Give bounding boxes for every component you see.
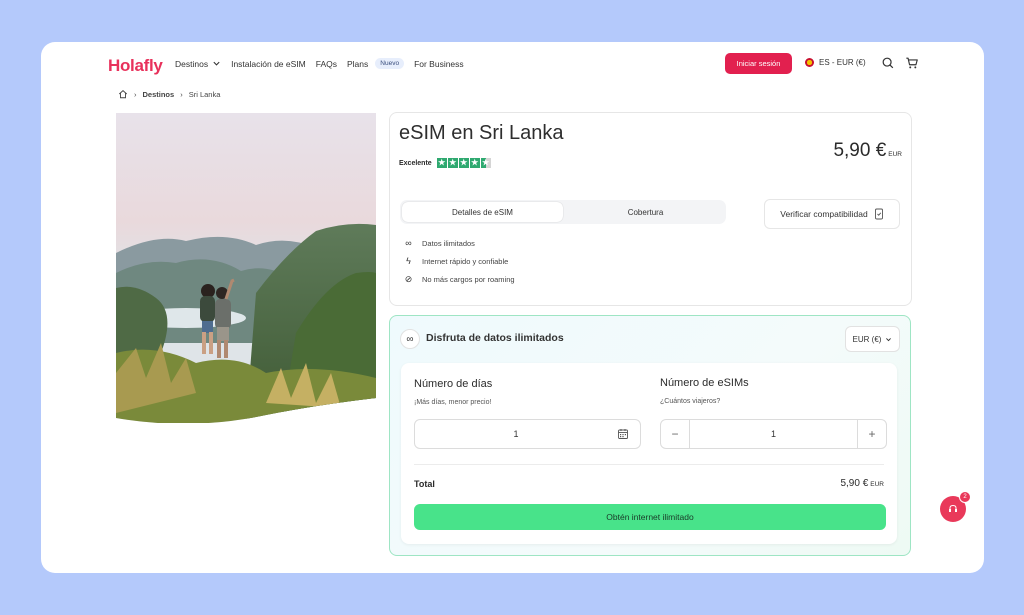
star-icon: ★ [458, 158, 469, 168]
breadcrumb-separator: › [134, 89, 137, 99]
nav-item-destinos[interactable]: Destinos [175, 59, 221, 69]
star-icon: ★ [436, 158, 447, 168]
rating-stars: ★ ★ ★ ★ ★ [436, 158, 491, 168]
calendar-icon[interactable] [617, 428, 629, 440]
nav-item-label: Plans [347, 58, 369, 69]
infinity-icon: ∞ [400, 329, 420, 349]
currency-select[interactable]: EUR (€) [845, 326, 900, 352]
days-heading: Número de días [414, 378, 493, 390]
plan-title: Disfruta de datos ilimitados [426, 332, 564, 344]
product-card: eSIM en Sri Lanka Excelente ★ ★ ★ ★ ★ 5,… [389, 112, 912, 306]
price-value: 5,90 € [833, 140, 887, 161]
star-icon: ★ [469, 158, 480, 168]
days-subtitle: ¡Más días, menor precio! [414, 399, 492, 406]
nav-item-label: For Business [414, 58, 464, 69]
total-label: Total [414, 479, 435, 489]
total-price: 5,90 € EUR [840, 478, 884, 489]
language-label: ES - EUR (€) [819, 58, 866, 67]
feature-text: No más cargos por roaming [422, 274, 515, 284]
breadcrumb-current: Sri Lanka [188, 89, 221, 99]
chevron-down-icon [886, 337, 892, 341]
no-roaming-icon: ⊘ [404, 273, 413, 284]
breadcrumb-destinos[interactable]: Destinos [143, 90, 175, 99]
minus-button[interactable]: − [661, 420, 690, 448]
product-price: 5,90 € EUR [833, 140, 902, 162]
nav-item-faqs[interactable]: FAQs [316, 59, 337, 69]
total-currency: EUR [870, 481, 884, 488]
holafly-logo[interactable]: Holafly [108, 56, 163, 76]
language-selector[interactable]: ES - EUR (€) [805, 58, 866, 67]
currency-select-value: EUR (€) [852, 334, 882, 344]
feature-list: ∞ Datos ilimitados ϟ Internet rápido y c… [404, 234, 515, 288]
esims-stepper[interactable]: − 1 + [660, 419, 887, 449]
feature-item: ∞ Datos ilimitados [404, 234, 515, 252]
spain-flag-icon [805, 58, 814, 67]
feature-text: Datos ilimitados [422, 238, 475, 248]
cart-icon[interactable] [905, 56, 919, 70]
price-currency: EUR [888, 151, 902, 158]
star-icon: ★ [447, 158, 458, 168]
feature-text: Internet rápido y confiable [422, 256, 509, 266]
tab-detalles[interactable]: Detalles de eSIM [402, 202, 563, 222]
breadcrumb: › Destinos › Sri Lanka [118, 89, 220, 99]
esims-heading: Número de eSIMs [660, 377, 749, 389]
days-input[interactable]: 1 [414, 419, 641, 449]
phone-check-icon [874, 208, 883, 220]
days-value: 1 [513, 429, 519, 439]
chevron-down-icon [213, 61, 220, 66]
divider [414, 464, 884, 465]
plan-configurator: Número de días ¡Más días, menor precio! … [401, 363, 897, 544]
nav-item-for-business[interactable]: For Business [414, 59, 464, 69]
esims-subtitle: ¿Cuántos viajeros? [660, 398, 721, 405]
new-badge: Nuevo [375, 58, 405, 69]
feature-item: ϟ Internet rápido y confiable [404, 252, 515, 270]
search-icon[interactable] [881, 56, 895, 70]
nav-item-label: FAQs [315, 58, 337, 69]
esims-value: 1 [770, 429, 776, 439]
plus-button[interactable]: + [857, 420, 886, 448]
verify-label: Verificar compatibilidad [780, 209, 868, 219]
verify-compatibility-button[interactable]: Verificar compatibilidad [764, 199, 900, 229]
lightning-icon: ϟ [406, 256, 411, 266]
breadcrumb-separator: › [180, 89, 183, 99]
nav-item-label: Instalación de eSIM [231, 58, 306, 69]
rating-label: Excelente [399, 159, 432, 167]
get-unlimited-internet-button[interactable]: Obtén internet ilimitado [414, 504, 886, 530]
tab-cobertura[interactable]: Cobertura [565, 200, 726, 224]
main-nav: Destinos Instalación de eSIM FAQs Plans … [175, 58, 464, 69]
chat-badge: 2 [959, 491, 971, 503]
home-icon[interactable] [118, 89, 128, 99]
browser-page: Holafly Destinos Instalación de eSIM FAQ… [41, 42, 984, 573]
login-button[interactable]: Iniciar sesión [725, 53, 792, 74]
nav-item-plans[interactable]: Plans Nuevo [347, 58, 405, 69]
total-value: 5,90 € [840, 478, 869, 489]
chat-button[interactable]: 2 [940, 491, 971, 522]
feature-item: ⊘ No más cargos por roaming [404, 270, 515, 288]
nav-item-instalacion[interactable]: Instalación de eSIM [231, 59, 306, 69]
rating: Excelente ★ ★ ★ ★ ★ [399, 158, 491, 168]
star-half-icon: ★ [480, 158, 491, 168]
product-tabs: Detalles de eSIM Cobertura [400, 200, 726, 224]
infinity-icon: ∞ [405, 238, 412, 248]
plan-card: ∞ Disfruta de datos ilimitados EUR (€) N… [389, 315, 911, 556]
nav-item-label: Destinos [175, 58, 209, 69]
product-title: eSIM en Sri Lanka [399, 122, 564, 144]
chat-icon [949, 504, 957, 512]
hero-image [116, 113, 376, 423]
